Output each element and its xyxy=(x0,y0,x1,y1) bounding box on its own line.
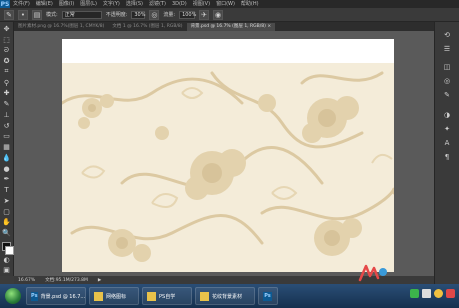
menu-view[interactable]: 视图(V) xyxy=(190,0,213,8)
opacity-field[interactable]: 30% xyxy=(131,10,146,19)
healing-brush-tool-icon[interactable]: ✚ xyxy=(2,89,12,99)
tab-document-1[interactable]: 图片素材.png @ 16.7%(图层 1, CMYK/8) xyxy=(14,23,109,31)
taskbar-item-photoshop[interactable]: Ps xyxy=(258,287,278,305)
folder-icon xyxy=(200,291,209,301)
workspace xyxy=(14,31,434,276)
pen-tool-icon[interactable]: ✒ xyxy=(2,175,12,185)
tray-volume-icon[interactable] xyxy=(434,289,443,298)
taskbar-item-label: 花纹背景素材 xyxy=(212,293,243,300)
mode-select[interactable]: 正常 xyxy=(61,10,102,19)
menu-filter[interactable]: 滤镜(T) xyxy=(146,0,169,8)
options-bar: ✎ • ▤ 模式: 正常 不透明度: 30% ◎ 流量: 100% ✈ ◉ xyxy=(0,8,459,22)
system-tray xyxy=(410,289,455,298)
taskbar-item-label: PS自学 xyxy=(159,293,176,300)
status-menu-arrow-icon[interactable]: ▶ xyxy=(98,278,101,283)
photoshop-logo: PS xyxy=(0,0,10,8)
taskbar-item-folder-3[interactable]: 花纹背景素材 xyxy=(195,287,255,305)
taskbar-item-folder-2[interactable]: PS自学 xyxy=(142,287,192,305)
eyedropper-tool-icon[interactable]: ⚲ xyxy=(2,78,12,88)
tools-panel: ✥ ⬚ ᘐ ✪ ⌗ ⚲ ✚ ✎ ⊥ ↺ ▭ ▦ 💧 ● ✒ T ➤ ▢ ✋ 🔍 … xyxy=(0,22,14,276)
pressure-size-icon[interactable]: ◉ xyxy=(213,9,224,20)
path-select-tool-icon[interactable]: ➤ xyxy=(2,196,12,206)
paragraph-panel-icon[interactable]: ¶ xyxy=(442,152,452,162)
taskbar-item-label: 背景.psd @ 16.7... xyxy=(40,293,86,300)
menu-window[interactable]: 窗口(W) xyxy=(213,0,238,8)
tray-app-icon[interactable] xyxy=(410,289,419,298)
tray-ime-icon[interactable] xyxy=(446,289,455,298)
brush-panel-icon[interactable]: ✦ xyxy=(442,124,452,134)
eraser-tool-icon[interactable]: ▭ xyxy=(2,132,12,142)
pressure-opacity-icon[interactable]: ◎ xyxy=(149,9,160,20)
zoom-tool-icon[interactable]: 🔍 xyxy=(2,228,12,238)
windows-orb-icon xyxy=(5,288,21,304)
brush-panel-icon[interactable]: ▤ xyxy=(32,9,42,20)
menu-bar: PS 文件(F) 编辑(E) 图像(I) 图层(L) 文字(Y) 选择(S) 滤… xyxy=(0,0,459,8)
lasso-tool-icon[interactable]: ᘐ xyxy=(2,46,12,56)
menu-3d[interactable]: 3D(D) xyxy=(169,0,190,8)
clone-stamp-tool-icon[interactable]: ⊥ xyxy=(2,110,12,120)
menu-select[interactable]: 选择(S) xyxy=(123,0,146,8)
gradient-tool-icon[interactable]: ▦ xyxy=(2,142,12,152)
zoom-level[interactable]: 16.67% xyxy=(18,278,35,283)
document-canvas[interactable] xyxy=(62,39,394,272)
history-brush-tool-icon[interactable]: ↺ xyxy=(2,121,12,131)
quick-select-tool-icon[interactable]: ✪ xyxy=(2,56,12,66)
tab-document-2[interactable]: 文档 1 @ 16.7% (图层 1, RGB/8) xyxy=(108,23,187,31)
menu-image[interactable]: 图像(I) xyxy=(56,0,77,8)
brush-tool-icon[interactable]: ✎ xyxy=(4,9,14,20)
crop-tool-icon[interactable]: ⌗ xyxy=(2,67,12,77)
menu-layer[interactable]: 图层(L) xyxy=(77,0,100,8)
properties-panel-icon[interactable]: ☰ xyxy=(442,44,452,54)
type-tool-icon[interactable]: T xyxy=(2,185,12,195)
taskbar-item-folder-1[interactable]: 网络图标 xyxy=(89,287,139,305)
color-swatches[interactable] xyxy=(1,241,14,255)
watermark-logo xyxy=(358,264,387,282)
blur-tool-icon[interactable]: 💧 xyxy=(2,153,12,163)
start-button[interactable] xyxy=(3,286,23,306)
taskbar-item-photoshop-doc[interactable]: Ps 背景.psd @ 16.7... xyxy=(26,287,86,305)
floral-pattern-image xyxy=(62,63,394,272)
layers-panel-icon[interactable]: ◫ xyxy=(442,62,452,72)
tray-network-icon[interactable] xyxy=(422,289,431,298)
quick-mask-icon[interactable]: ◐ xyxy=(2,255,12,265)
document-tabs: 图片素材.png @ 16.7%(图层 1, CMYK/8) 文档 1 @ 16… xyxy=(14,22,434,31)
move-tool-icon[interactable]: ✥ xyxy=(2,24,12,34)
marquee-tool-icon[interactable]: ⬚ xyxy=(2,35,12,45)
adjustments-panel-icon[interactable]: ◑ xyxy=(442,110,452,120)
background-color-swatch[interactable] xyxy=(4,246,14,255)
shape-tool-icon[interactable]: ▢ xyxy=(2,207,12,217)
taskbar-item-label: 网络图标 xyxy=(106,293,127,300)
opacity-label: 不透明度: xyxy=(105,12,128,18)
windows-taskbar: Ps 背景.psd @ 16.7... 网络图标 PS自学 花纹背景素材 Ps xyxy=(0,284,459,308)
screen-mode-icon[interactable]: ▣ xyxy=(2,265,12,275)
tab-document-active[interactable]: 背景.psd @ 16.7% (图层 1, RGB/8) × xyxy=(186,23,276,31)
airbrush-icon[interactable]: ✈ xyxy=(199,9,210,20)
mode-label: 模式: xyxy=(46,12,58,18)
brush-tool-icon[interactable]: ✎ xyxy=(2,99,12,109)
photoshop-icon: Ps xyxy=(31,291,38,301)
document-size-info: 文档:95.1M/273.8M xyxy=(45,278,88,283)
menu-file[interactable]: 文件(F) xyxy=(10,0,33,8)
right-panel-dock: ⟲ ☰ ◫ ◎ ✎ ◑ ✦ A ¶ xyxy=(434,22,459,284)
brush-preset-icon[interactable]: • xyxy=(18,9,28,20)
paths-panel-icon[interactable]: ✎ xyxy=(442,90,452,100)
dodge-tool-icon[interactable]: ● xyxy=(2,164,12,174)
menu-help[interactable]: 帮助(H) xyxy=(238,0,262,8)
flow-field[interactable]: 100% xyxy=(179,10,196,19)
menu-edit[interactable]: 编辑(E) xyxy=(33,0,56,8)
photoshop-icon: Ps xyxy=(263,291,272,301)
folder-icon xyxy=(94,291,103,301)
channels-panel-icon[interactable]: ◎ xyxy=(442,76,452,86)
folder-icon xyxy=(147,291,156,301)
character-panel-icon[interactable]: A xyxy=(442,138,452,148)
hand-tool-icon[interactable]: ✋ xyxy=(2,218,12,228)
history-panel-icon[interactable]: ⟲ xyxy=(442,30,452,40)
flow-label: 流量: xyxy=(163,12,176,18)
menu-type[interactable]: 文字(Y) xyxy=(100,0,123,8)
